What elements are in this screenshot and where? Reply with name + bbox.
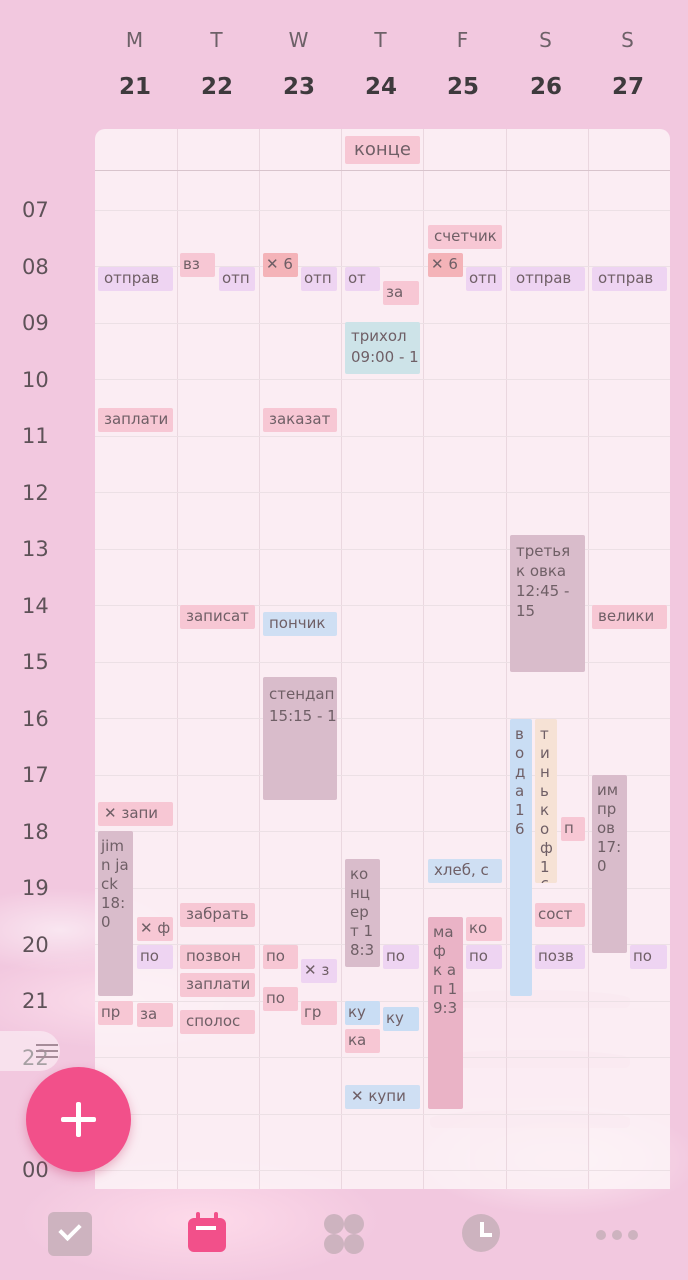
event-chip[interactable]: отправ [98, 267, 173, 291]
event-block[interactable]: импров 17:0 [592, 775, 627, 953]
event-chip[interactable]: ка [345, 1029, 380, 1053]
event-chip[interactable]: хлеб, с [428, 859, 502, 883]
hour-label: 19 [22, 876, 49, 900]
allday-event[interactable]: конце [345, 136, 420, 164]
day-column-header[interactable]: T 24 [340, 28, 422, 100]
event-chip[interactable]: пончик [263, 612, 337, 636]
app-screen: M 21 T 22 W 23 T 24 F 25 S 26 S 27 07 08… [0, 0, 688, 1280]
hour-label: 17 [22, 763, 49, 787]
event-chip[interactable]: ✕ купи [345, 1085, 420, 1109]
event-block[interactable]: стендап 15:15 - 17 [263, 677, 337, 800]
event-chip[interactable]: по [137, 945, 173, 969]
event-block[interactable]: тинькоф 16 [535, 719, 557, 883]
weekday-letter: S [621, 28, 635, 52]
event-chip[interactable]: позвон [180, 945, 255, 969]
event-chip[interactable]: отп [219, 267, 255, 291]
weekday-letter: T [210, 28, 224, 52]
hour-label: 21 [22, 989, 49, 1013]
weekday-letter: F [456, 28, 470, 52]
event-chip[interactable]: счетчик [428, 225, 502, 249]
hour-label: 15 [22, 650, 49, 674]
event-chip[interactable]: ✕ запи [98, 802, 173, 826]
weekday-letter: S [539, 28, 553, 52]
hour-label: 16 [22, 707, 49, 731]
weekday-letter: W [288, 28, 310, 52]
event-chip[interactable]: отправ [510, 267, 585, 291]
day-number: 22 [200, 74, 233, 100]
event-block[interactable]: вода 16 [510, 719, 532, 996]
event-chip[interactable]: вз [180, 253, 215, 277]
day-number: 21 [118, 74, 151, 100]
event-chip[interactable]: за [383, 281, 419, 305]
event-chip[interactable]: ✕ з [301, 959, 337, 983]
event-chip[interactable]: по [466, 945, 502, 969]
event-chip[interactable]: пр [98, 1001, 133, 1025]
more-tab-icon[interactable] [596, 1230, 640, 1240]
day-column-header[interactable]: T 22 [176, 28, 258, 100]
event-chip[interactable]: по [383, 945, 419, 969]
event-chip[interactable]: велики [592, 605, 667, 629]
day-number: 23 [282, 74, 315, 100]
event-chip[interactable]: от [345, 267, 380, 291]
event-chip[interactable]: ку [345, 1001, 380, 1025]
hour-label: 14 [22, 594, 49, 618]
day-column-header[interactable]: F 25 [422, 28, 504, 100]
event-chip[interactable]: позв [535, 945, 585, 969]
add-event-button[interactable] [26, 1067, 131, 1172]
habits-tab-icon[interactable] [322, 1212, 366, 1256]
day-number: 27 [611, 74, 644, 100]
tasks-tab-icon[interactable] [48, 1212, 92, 1256]
event-block[interactable]: третьяк овка 12:45 - 15 [510, 535, 585, 672]
hour-label: 08 [22, 255, 49, 279]
hour-label: 13 [22, 537, 49, 561]
event-chip[interactable]: по [630, 945, 667, 969]
event-chip[interactable]: за [137, 1003, 173, 1027]
event-chip[interactable]: гр [301, 1001, 337, 1025]
event-block[interactable]: маф к ап 19:3 [428, 917, 463, 1109]
event-chip[interactable]: по [263, 945, 298, 969]
event-chip[interactable]: заплати [180, 973, 255, 997]
hour-label: 10 [22, 368, 49, 392]
focus-tab-icon[interactable] [460, 1212, 504, 1256]
event-chip[interactable]: отправ [592, 267, 667, 291]
event-block[interactable]: трихол 09:00 - 1 [345, 322, 420, 374]
event-chip[interactable]: сполос [180, 1010, 255, 1034]
event-chip[interactable]: ✕ ф [137, 917, 173, 941]
event-chip[interactable]: ✕ 6 [263, 253, 298, 277]
event-chip[interactable]: отп [466, 267, 502, 291]
day-number: 25 [446, 74, 479, 100]
event-chip[interactable]: ✕ 6 [428, 253, 463, 277]
weekday-letter: M [125, 28, 145, 52]
event-chip[interactable]: ку [383, 1007, 419, 1031]
event-chip[interactable]: забрать [180, 903, 255, 927]
day-column-header[interactable]: S 27 [587, 28, 669, 100]
hour-label: 09 [22, 311, 49, 335]
event-chip[interactable]: записат [180, 605, 255, 629]
hour-label: 12 [22, 481, 49, 505]
event-block[interactable]: jim n jack 18:0 [98, 831, 133, 996]
event-chip[interactable]: сост [535, 903, 585, 927]
event-chip[interactable]: по [263, 987, 298, 1011]
event-chip[interactable]: заплати [98, 408, 173, 432]
event-chip[interactable]: п [561, 817, 585, 841]
hour-label: 20 [22, 933, 49, 957]
event-chip[interactable]: отп [301, 267, 337, 291]
weekday-letter: T [374, 28, 388, 52]
event-chip[interactable]: заказат [263, 408, 337, 432]
bottom-tab-bar [0, 1190, 688, 1280]
day-column-header[interactable]: S 26 [505, 28, 587, 100]
day-column-header[interactable]: M 21 [94, 28, 176, 100]
day-number: 24 [364, 74, 397, 100]
hour-label: 11 [22, 424, 49, 448]
hour-label: 18 [22, 820, 49, 844]
hour-label: 07 [22, 198, 49, 222]
day-column-header[interactable]: W 23 [258, 28, 340, 100]
drag-handle[interactable] [0, 1031, 60, 1071]
day-number: 26 [529, 74, 562, 100]
calendar-tab-icon[interactable] [186, 1212, 230, 1256]
event-block[interactable]: конц ерт 18:3 [345, 859, 380, 967]
event-chip[interactable]: ко [466, 917, 502, 941]
